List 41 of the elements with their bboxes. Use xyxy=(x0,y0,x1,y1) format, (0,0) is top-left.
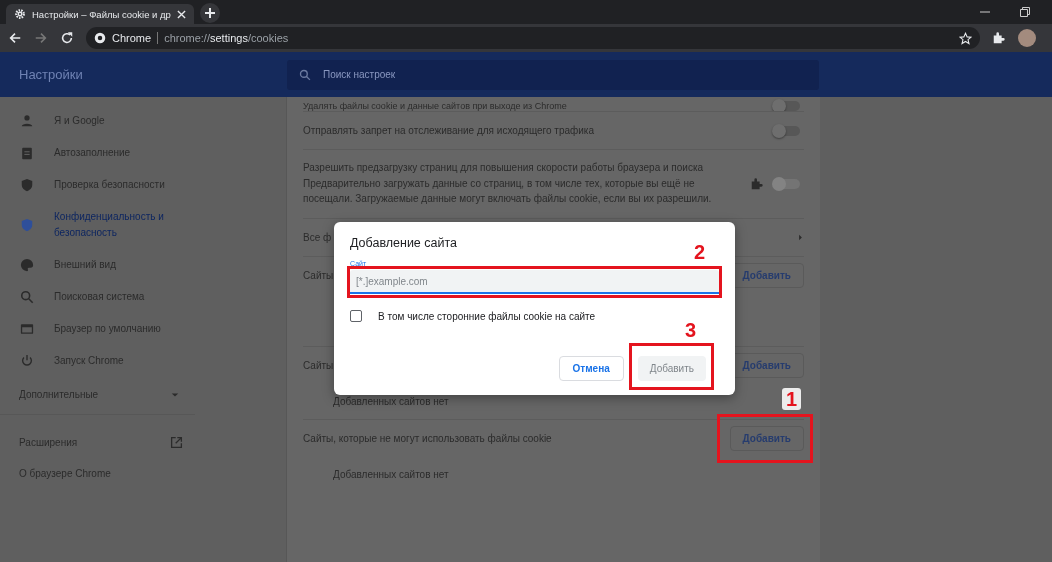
puzzle-icon[interactable] xyxy=(992,31,1006,45)
clipboard-icon xyxy=(20,146,34,160)
settings-icon xyxy=(14,8,26,20)
shield-icon xyxy=(20,178,34,192)
caret-icon xyxy=(171,390,179,399)
checkbox-label: В том числе сторонние файлы cookie на сайте xyxy=(378,310,596,322)
back-icon[interactable] xyxy=(8,31,22,45)
restore-icon[interactable] xyxy=(1020,7,1030,17)
add-button[interactable]: Добавить xyxy=(729,426,804,451)
site-name-label: Chrome xyxy=(112,32,152,44)
site-input-field[interactable]: [*.]example.com xyxy=(350,270,719,294)
power-icon xyxy=(20,354,34,368)
toggle-switch[interactable] xyxy=(774,101,800,111)
annotation-number: 2 xyxy=(693,242,705,262)
toggle-switch[interactable] xyxy=(774,125,800,136)
url-text: chrome://settings/cookies xyxy=(164,32,290,44)
checkbox[interactable] xyxy=(350,310,362,322)
annotation-number: 3 xyxy=(684,320,696,340)
address-bar[interactable]: Chrome chrome://settings/cookies xyxy=(86,27,980,49)
cancel-button[interactable]: Отмена xyxy=(558,356,624,381)
search-icon xyxy=(20,290,34,304)
star-icon[interactable] xyxy=(959,31,972,45)
close-icon[interactable] xyxy=(177,9,186,19)
avatar-icon[interactable] xyxy=(1018,29,1036,47)
forward-icon[interactable] xyxy=(34,31,48,45)
person-icon xyxy=(20,114,34,128)
setting-label: Сайты xyxy=(303,360,334,371)
settings-title: Настройки xyxy=(18,67,84,82)
setting-label: Сайты xyxy=(303,270,334,281)
browser-tab[interactable]: Настройки – Файлы cookie и др xyxy=(6,4,194,24)
dialog-title: Добавление сайта xyxy=(350,236,458,250)
annotation-number: 1 xyxy=(781,388,801,410)
search-field[interactable]: Поиск настроек xyxy=(287,59,819,90)
window-icon xyxy=(20,322,34,336)
reload-icon[interactable] xyxy=(60,31,74,45)
sidebar-item[interactable]: Конфиденциальность и безопасность xyxy=(0,201,286,249)
tab-title: Настройки – Файлы cookie и др xyxy=(32,8,171,20)
puzzle-icon xyxy=(750,177,764,191)
new-tab-icon[interactable] xyxy=(200,3,220,23)
shield-icon xyxy=(20,218,34,232)
empty-list-note: Добавленных сайтов нет xyxy=(332,469,449,480)
